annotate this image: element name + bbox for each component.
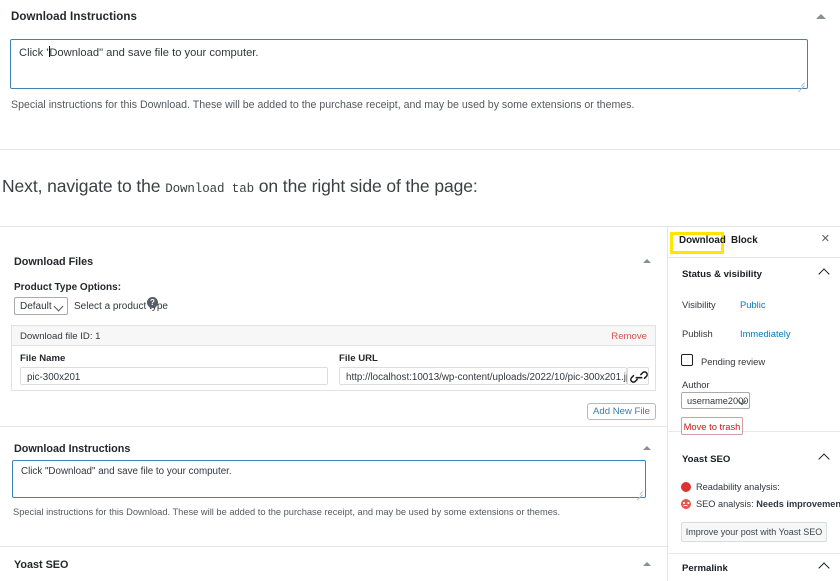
chevron-up-icon[interactable] (818, 453, 830, 465)
instruction-sentence: Next, navigate to the Download tab on th… (2, 176, 478, 197)
page-title: Download Instructions (11, 11, 138, 23)
status-visibility-title: Status & visibility (682, 269, 762, 280)
file-name-input[interactable]: pic-300x201 (20, 367, 328, 385)
download-file-id-label: Download file ID: 1 (20, 331, 101, 342)
pending-review-checkbox[interactable] (681, 354, 693, 366)
sidebar-permalink-title: Permalink (682, 563, 728, 574)
seo-status-icon (681, 499, 691, 509)
tab-block[interactable]: Block (731, 235, 758, 246)
instruction-text-before: Next, navigate to the (2, 176, 161, 196)
add-new-file-button[interactable]: Add New File (587, 403, 656, 420)
chevron-up-icon[interactable] (818, 268, 830, 280)
readability-analysis-label: Readability analysis: (696, 482, 780, 492)
chevron-up-icon[interactable] (643, 259, 651, 263)
pending-review-label: Pending review (701, 356, 766, 367)
author-label: Author (682, 379, 710, 390)
download-instructions-panel-top: Download Instructions Click "Download" a… (0, 0, 840, 150)
product-type-label: Product Type Options: (14, 282, 122, 293)
screenshot-root: Download Instructions Click "Download" a… (0, 0, 840, 581)
tab-download[interactable]: Download (679, 235, 726, 246)
download-instructions-textarea[interactable]: Click "Download" and save file to your c… (10, 39, 808, 93)
resize-handle[interactable] (796, 78, 805, 93)
editor-sidebar: Download Block ✕ Status & visibility Vis… (667, 227, 840, 581)
readability-status-icon (681, 482, 691, 492)
chevron-up-icon[interactable] (643, 446, 651, 450)
chevron-down-icon (53, 301, 64, 312)
sidebar-tabbar: Download Block ✕ (668, 227, 840, 258)
author-select[interactable]: username2000 (681, 392, 750, 409)
visibility-label: Visibility (682, 299, 716, 310)
chevron-up-icon[interactable] (816, 14, 826, 19)
file-url-value: http://localhost:10013/wp-content/upload… (346, 372, 643, 383)
download-instructions-metabox: Download Instructions Click "Download" a… (0, 427, 667, 547)
resize-handle[interactable] (634, 487, 643, 501)
remove-file-link[interactable]: Remove (611, 331, 647, 342)
visibility-value[interactable]: Public (740, 299, 766, 310)
textarea-text-after: Download" and save file to your computer… (49, 47, 259, 59)
download-instructions-help-text-2: Special instructions for this Download. … (13, 507, 561, 517)
chain-link-glyph (630, 371, 648, 383)
editor-screenshot: Download Files Product Type Options: Def… (0, 226, 840, 581)
sidebar-permalink-section: Permalink (668, 554, 840, 581)
textarea-text: Click "Download" and save file to your c… (19, 46, 259, 59)
chain-link-icon[interactable] (627, 367, 649, 385)
sidebar-yoast-seo-section: Yoast SEO Readability analysis: SEO anal… (668, 432, 840, 554)
yoast-seo-metabox-title: Yoast SEO (14, 559, 69, 571)
download-instructions-help-text: Special instructions for this Download. … (11, 99, 635, 111)
file-url-input[interactable]: http://localhost:10013/wp-content/upload… (339, 367, 642, 385)
download-files-title: Download Files (14, 256, 94, 268)
file-url-label: File URL (339, 353, 378, 364)
yoast-seo-metabox: Yoast SEO (0, 547, 667, 581)
download-instructions-textarea-2[interactable]: Click "Download" and save file to your c… (12, 460, 646, 501)
editor-main-column: Download Files Product Type Options: Def… (0, 227, 667, 581)
sidebar-yoast-seo-title: Yoast SEO (682, 454, 731, 465)
textarea-text-2: Click "Download" and save file to your c… (21, 466, 232, 477)
textarea-text-before: Click " (19, 47, 51, 59)
seo-analysis-row: SEO analysis: Needs improvement (696, 499, 840, 509)
question-mark-icon[interactable]: ? (147, 297, 158, 308)
panel-header: Download Instructions (0, 0, 840, 36)
seo-analysis-label: SEO analysis: (696, 499, 754, 509)
publish-label: Publish (682, 328, 713, 339)
close-x-icon[interactable]: ✕ (821, 234, 830, 245)
download-files-metabox: Download Files Product Type Options: Def… (0, 227, 667, 427)
publish-value[interactable]: Immediately (740, 328, 791, 339)
file-name-label: File Name (20, 353, 66, 364)
product-type-value: Default (20, 301, 52, 312)
chevron-up-icon[interactable] (818, 562, 830, 574)
status-visibility-section: Status & visibility Visibility Public Pu… (668, 257, 840, 435)
instruction-code: Download tab (165, 182, 255, 196)
download-instructions-title-2: Download Instructions (14, 443, 131, 455)
instruction-text-after: on the right side of the page: (258, 176, 478, 196)
download-file-row-header: Download file ID: 1 Remove (12, 326, 655, 346)
improve-post-yoast-button[interactable]: Improve your post with Yoast SEO (681, 522, 827, 542)
seo-analysis-value: Needs improvement (756, 499, 840, 509)
product-type-select[interactable]: Default (14, 297, 68, 315)
download-file-row: Download file ID: 1 Remove File Name pic… (11, 325, 656, 391)
chevron-up-icon[interactable] (643, 562, 651, 566)
file-name-value: pic-300x201 (27, 372, 81, 383)
